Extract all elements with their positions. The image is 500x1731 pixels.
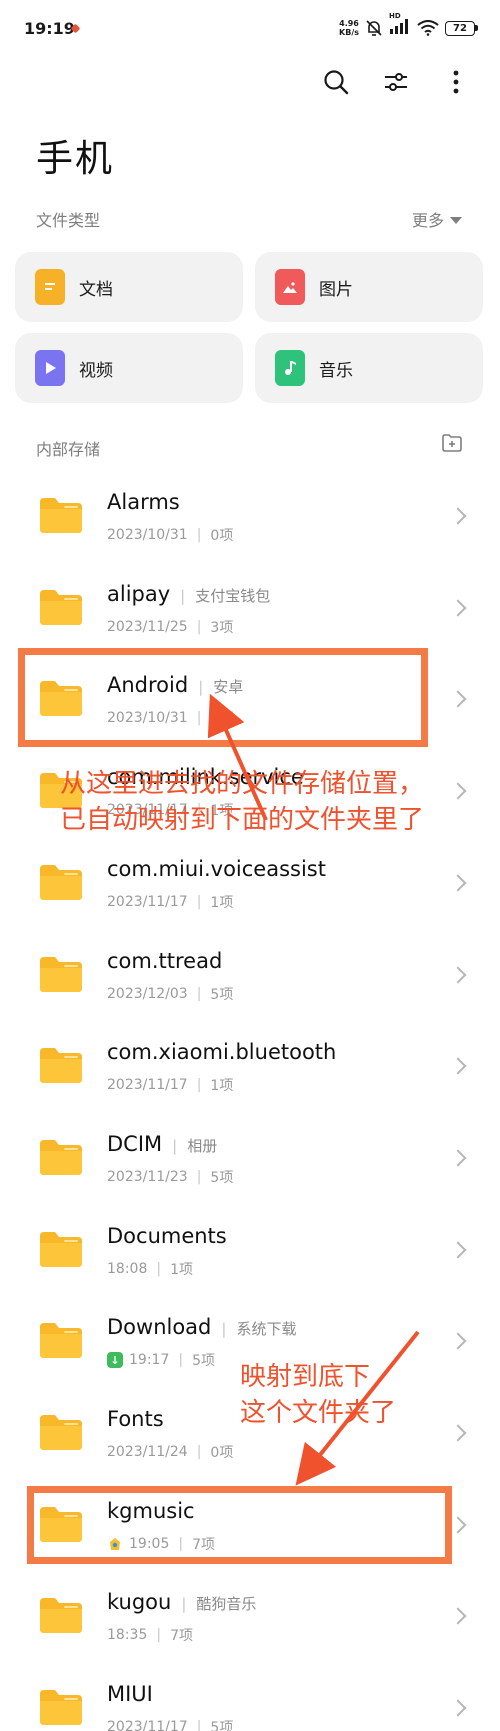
annotation-note-1: 从这里进去找的文件存储位置， 已自动映射到下面的文件夹里了 — [60, 769, 425, 835]
annotation-arrows — [207, 693, 420, 1486]
annotation-note-2: 映射到底下 这个文件夹了 — [240, 1362, 397, 1428]
